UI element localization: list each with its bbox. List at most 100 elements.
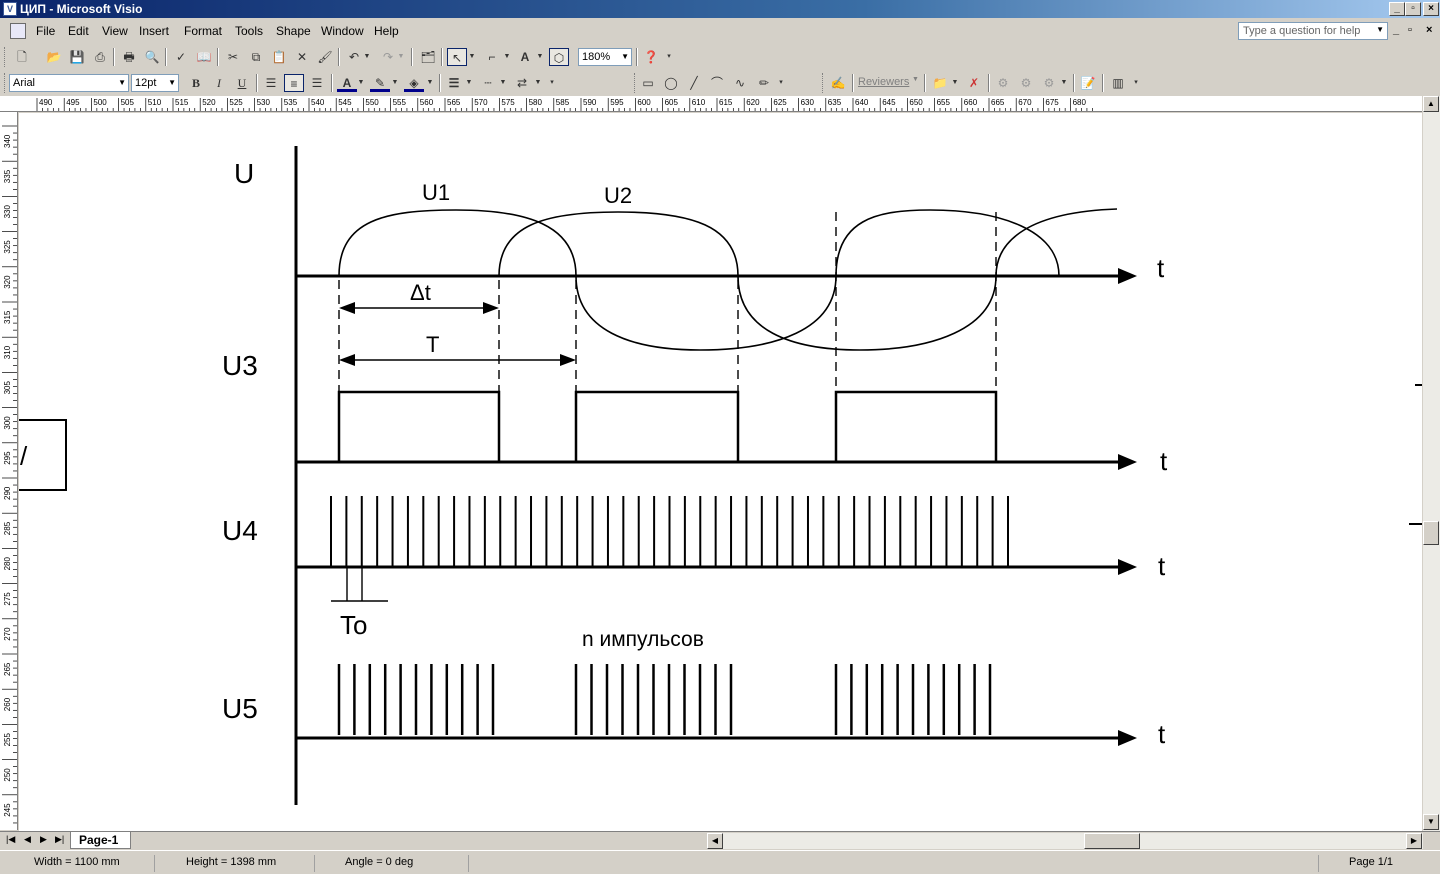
print-preview-icon[interactable]: 🔍 bbox=[142, 48, 162, 66]
menu-file[interactable]: File bbox=[36, 24, 55, 38]
line-color-icon[interactable]: ✎ bbox=[370, 74, 390, 92]
accept-markup-icon[interactable]: ⚙ bbox=[1039, 74, 1059, 92]
reviewers-button[interactable]: Reviewers bbox=[858, 76, 909, 88]
line-pattern-dropdown-icon[interactable]: ▼ bbox=[498, 74, 508, 92]
toolbar-options-icon[interactable]: ▾ bbox=[1131, 74, 1141, 92]
next-page-icon[interactable]: ▶ bbox=[40, 834, 47, 845]
menu-edit[interactable]: Edit bbox=[68, 24, 89, 38]
redo-dropdown-icon[interactable]: ▼ bbox=[396, 48, 406, 66]
comment-dropdown-icon[interactable]: ▼ bbox=[950, 74, 960, 92]
toolbar-grip[interactable] bbox=[4, 73, 7, 93]
u5-pulse-bursts[interactable] bbox=[337, 664, 992, 735]
toolbar-options-icon[interactable]: ▾ bbox=[776, 74, 786, 92]
first-page-icon[interactable]: |◀ bbox=[6, 834, 15, 845]
spelling-icon[interactable]: ✓ bbox=[171, 48, 191, 66]
visio-app-icon[interactable]: V bbox=[3, 2, 17, 16]
previous-markup-icon[interactable]: ⚙ bbox=[993, 74, 1013, 92]
menu-help[interactable]: Help bbox=[374, 24, 399, 38]
text-dropdown-icon[interactable]: ▼ bbox=[535, 48, 545, 66]
italic-button[interactable]: I bbox=[209, 74, 229, 92]
ink-icon[interactable]: 📝 bbox=[1078, 74, 1098, 92]
line-weight-dropdown-icon[interactable]: ▼ bbox=[464, 74, 474, 92]
help-icon[interactable]: ❓ bbox=[641, 48, 661, 66]
u3-pulses[interactable] bbox=[337, 390, 998, 462]
redo-icon[interactable]: ↷ bbox=[378, 48, 398, 66]
line-ends-icon[interactable]: ⇄ bbox=[512, 74, 532, 92]
toolbar-grip[interactable] bbox=[634, 73, 637, 93]
next-markup-icon[interactable]: ⚙ bbox=[1016, 74, 1036, 92]
scroll-up-button[interactable]: ▲ bbox=[1423, 96, 1439, 112]
negative-half-waves[interactable] bbox=[575, 275, 997, 351]
doc-close-button[interactable]: × bbox=[1426, 24, 1432, 36]
last-page-icon[interactable]: ▶| bbox=[55, 834, 64, 845]
font-color-icon[interactable]: A bbox=[337, 74, 357, 92]
vertical-scrollbar[interactable]: ▲ ▼ bbox=[1422, 96, 1440, 832]
font-combo[interactable]: Arial ▼ bbox=[9, 74, 129, 92]
align-left-icon[interactable]: ☰ bbox=[261, 74, 281, 92]
horizontal-scrollbar[interactable]: ◀ ▶ bbox=[707, 833, 1423, 849]
bold-button[interactable]: B bbox=[186, 74, 206, 92]
pointer-tool-icon[interactable]: ↖ bbox=[447, 48, 467, 66]
connector-tool-icon[interactable]: ⌐ bbox=[482, 48, 502, 66]
chevron-down-icon[interactable]: ▼ bbox=[118, 78, 126, 87]
toolbar-options-icon[interactable]: ▾ bbox=[664, 48, 674, 66]
shapes-icon[interactable]: 🗂 bbox=[418, 48, 438, 66]
paste-icon[interactable]: 📋 bbox=[269, 48, 289, 66]
menu-insert[interactable]: Insert bbox=[139, 24, 169, 38]
chevron-down-icon[interactable]: ▼ bbox=[621, 52, 629, 61]
chevron-down-icon[interactable]: ▼ bbox=[168, 78, 176, 87]
research-icon[interactable]: 📖 bbox=[194, 48, 214, 66]
menu-format[interactable]: Format bbox=[184, 24, 222, 38]
open-icon[interactable]: 📂 bbox=[44, 48, 64, 66]
cut-icon[interactable]: ✂ bbox=[223, 48, 243, 66]
page-tab[interactable]: Page-1 bbox=[70, 832, 132, 849]
track-markup-icon[interactable]: ✍ bbox=[828, 74, 848, 92]
drawing-page[interactable]: / U U1 U2 U3 U4 U5 t t t t Δt T To n имп… bbox=[19, 113, 1422, 831]
undo-icon[interactable]: ↶ bbox=[344, 48, 364, 66]
menu-view[interactable]: View bbox=[102, 24, 128, 38]
restore-button[interactable]: ▫ bbox=[1405, 2, 1421, 16]
minimize-button[interactable]: _ bbox=[1389, 2, 1405, 16]
pencil-tool-icon[interactable]: ✏ bbox=[754, 74, 774, 92]
line-color-dropdown-icon[interactable]: ▼ bbox=[390, 74, 400, 92]
fill-color-dropdown-icon[interactable]: ▼ bbox=[425, 74, 435, 92]
accept-dropdown-icon[interactable]: ▼ bbox=[1059, 74, 1069, 92]
align-right-icon[interactable]: ☰ bbox=[307, 74, 327, 92]
task-pane-icon[interactable]: ▥ bbox=[1108, 74, 1128, 92]
fill-color-icon[interactable]: ◈ bbox=[404, 74, 424, 92]
help-search-input[interactable]: Type a question for help ▼ bbox=[1238, 22, 1388, 40]
line-tool-icon[interactable]: ╱ bbox=[684, 74, 704, 92]
to-marker[interactable] bbox=[331, 567, 388, 602]
toolbar-grip[interactable] bbox=[822, 73, 825, 93]
doc-minimize-button[interactable]: _ bbox=[1393, 24, 1399, 36]
menu-tools[interactable]: Tools bbox=[235, 24, 263, 38]
document-icon[interactable] bbox=[10, 23, 26, 39]
line-weight-icon[interactable]: ☰ bbox=[444, 74, 464, 92]
toolbar-options-icon[interactable]: ▾ bbox=[547, 74, 557, 92]
reviewers-dropdown-icon[interactable]: ▼ bbox=[912, 76, 919, 83]
horizontal-ruler[interactable]: 490 495 500 505 510 515 520 525 530 535 540 545 550 5… bbox=[0, 96, 1440, 112]
rectangle-tool-icon[interactable]: ▭ bbox=[638, 74, 658, 92]
horizontal-scroll-thumb[interactable] bbox=[1084, 833, 1140, 849]
menu-shape[interactable]: Shape bbox=[276, 24, 311, 38]
doc-restore-button[interactable]: ▫ bbox=[1408, 24, 1412, 36]
toolbar-grip[interactable] bbox=[4, 47, 7, 67]
connector-dropdown-icon[interactable]: ▼ bbox=[502, 48, 512, 66]
scroll-right-button[interactable]: ▶ bbox=[1406, 833, 1422, 849]
zoom-combo[interactable]: 180% ▼ bbox=[578, 48, 632, 66]
permission-icon[interactable]: ⎙ bbox=[90, 48, 110, 66]
text-tool-icon[interactable]: A bbox=[515, 48, 535, 66]
u1-wave[interactable] bbox=[338, 209, 1060, 277]
time-axis-2[interactable] bbox=[296, 454, 1137, 470]
prev-page-icon[interactable]: ◀ bbox=[24, 834, 31, 845]
underline-button[interactable]: U bbox=[232, 74, 252, 92]
print-icon[interactable]: 🖶 bbox=[119, 48, 139, 66]
new-icon[interactable]: 🗋 bbox=[12, 48, 32, 66]
undo-dropdown-icon[interactable]: ▼ bbox=[362, 48, 372, 66]
period-arrow[interactable] bbox=[339, 354, 576, 366]
align-center-icon[interactable]: ≡ bbox=[284, 74, 304, 92]
font-color-dropdown-icon[interactable]: ▼ bbox=[356, 74, 366, 92]
line-ends-dropdown-icon[interactable]: ▼ bbox=[533, 74, 543, 92]
u4-clock-pulses[interactable] bbox=[330, 496, 1009, 566]
freeform-tool-icon[interactable]: ∿ bbox=[730, 74, 750, 92]
